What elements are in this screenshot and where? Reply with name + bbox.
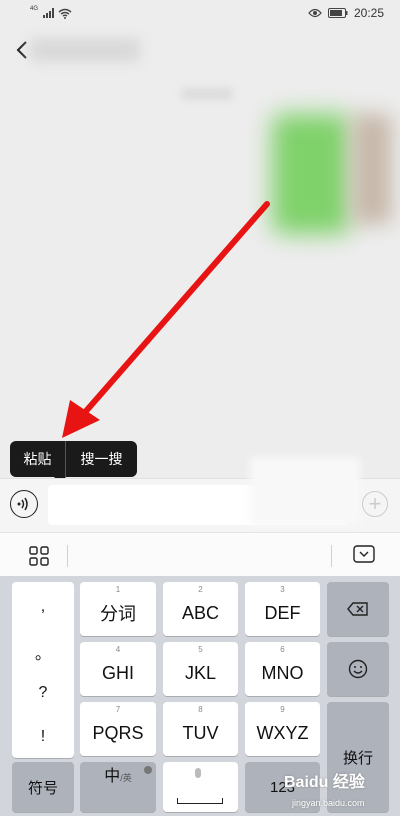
grid-menu-icon[interactable] — [28, 545, 50, 567]
chat-messages[interactable] — [0, 74, 400, 478]
avatar-blurred[interactable] — [352, 114, 392, 224]
key-label: ABC — [181, 602, 219, 623]
key-6[interactable]: 6 MNO — [245, 642, 320, 696]
lang-key-main: 中 — [104, 768, 121, 785]
key-number: 1 — [115, 585, 121, 594]
key-label: TUV — [182, 722, 219, 743]
network-type: 4G — [30, 6, 39, 12]
punctuation-column: , 。 ? ! — [12, 582, 74, 758]
key-label: GHI — [101, 662, 134, 683]
key-number: 5 — [198, 645, 203, 654]
signal-icon — [43, 8, 55, 18]
status-left: 4G — [30, 6, 72, 19]
key-number: 4 — [115, 645, 121, 654]
key-4[interactable]: 4 GHI — [80, 642, 156, 696]
search-button[interactable]: 搜一搜 — [66, 441, 137, 477]
space-bar-icon — [177, 798, 223, 804]
paste-button[interactable]: 粘贴 — [10, 441, 66, 477]
message-bubble-blurred[interactable] — [272, 114, 350, 234]
status-right: 20:25 — [308, 6, 384, 20]
key-9[interactable]: 9 WXYZ — [245, 702, 320, 756]
key-number: 2 — [198, 585, 203, 594]
chat-header — [0, 26, 400, 74]
chevron-left-icon — [16, 41, 27, 59]
key-number: 7 — [115, 705, 121, 714]
key-5[interactable]: 5 JKL — [163, 642, 238, 696]
hide-keyboard-icon[interactable] — [353, 545, 375, 563]
symbol-key-label: 符号 — [27, 779, 58, 797]
key-number: 8 — [198, 705, 203, 714]
key-number: 9 — [280, 705, 285, 714]
lang-key-sub: /英 — [120, 773, 132, 783]
status-time: 20:25 — [353, 6, 384, 20]
key-8[interactable]: 8 TUV — [163, 702, 238, 756]
key-label: PQRS — [92, 722, 144, 743]
battery-icon — [327, 8, 348, 18]
key-7[interactable]: 7 PQRS — [80, 702, 156, 756]
key-label: DEF — [264, 602, 301, 623]
toolbar-divider — [67, 545, 68, 567]
ime-toolbar — [0, 532, 400, 576]
chat-title-blurred — [30, 38, 140, 62]
toolbar-divider — [331, 545, 332, 567]
language-switch-key[interactable]: 中 /英 — [80, 762, 156, 812]
key-number: 6 — [280, 645, 285, 654]
wifi-icon — [58, 8, 72, 19]
lang-indicator-dot — [144, 766, 152, 774]
plus-icon: + — [368, 491, 382, 516]
timestamp-blurred — [182, 88, 232, 100]
baidu-watermark: Baidu 经验 jingyan.baidu.com — [276, 762, 400, 816]
space-key[interactable] — [163, 762, 238, 812]
key-number: 3 — [280, 585, 285, 594]
key-label: MNO — [261, 662, 304, 683]
key-label: 分词 — [100, 604, 136, 624]
watermark-main: Baidu 经验 — [284, 774, 365, 791]
punct-exclaim-key[interactable]: ! — [12, 728, 74, 746]
watermark-sub: jingyan.baidu.com — [292, 798, 365, 808]
key-1[interactable]: 1 分词 — [80, 582, 156, 636]
key-3[interactable]: 3 DEF — [245, 582, 320, 636]
key-label: JKL — [184, 662, 217, 683]
punct-period-key[interactable]: 。 — [12, 640, 74, 664]
context-menu: 粘贴 搜一搜 — [10, 441, 137, 483]
backspace-icon — [347, 602, 368, 616]
backspace-key[interactable] — [327, 582, 389, 636]
smiley-icon — [348, 659, 368, 679]
key-2[interactable]: 2 ABC — [163, 582, 238, 636]
input-bar: + — [0, 457, 400, 532]
microphone-icon — [195, 768, 201, 778]
punct-question-key[interactable]: ? — [12, 684, 74, 702]
punct-comma-key[interactable]: , — [12, 598, 74, 616]
emoji-key[interactable] — [327, 642, 389, 696]
blurred-region — [250, 457, 360, 525]
voice-icon — [17, 497, 28, 511]
voice-input-button[interactable] — [10, 490, 38, 518]
more-plus-button[interactable]: + — [362, 491, 388, 517]
key-label: WXYZ — [256, 722, 309, 743]
eye-icon — [308, 8, 322, 18]
status-bar: 4G 20:25 — [0, 0, 400, 26]
symbol-key[interactable]: 符号 — [12, 762, 74, 812]
